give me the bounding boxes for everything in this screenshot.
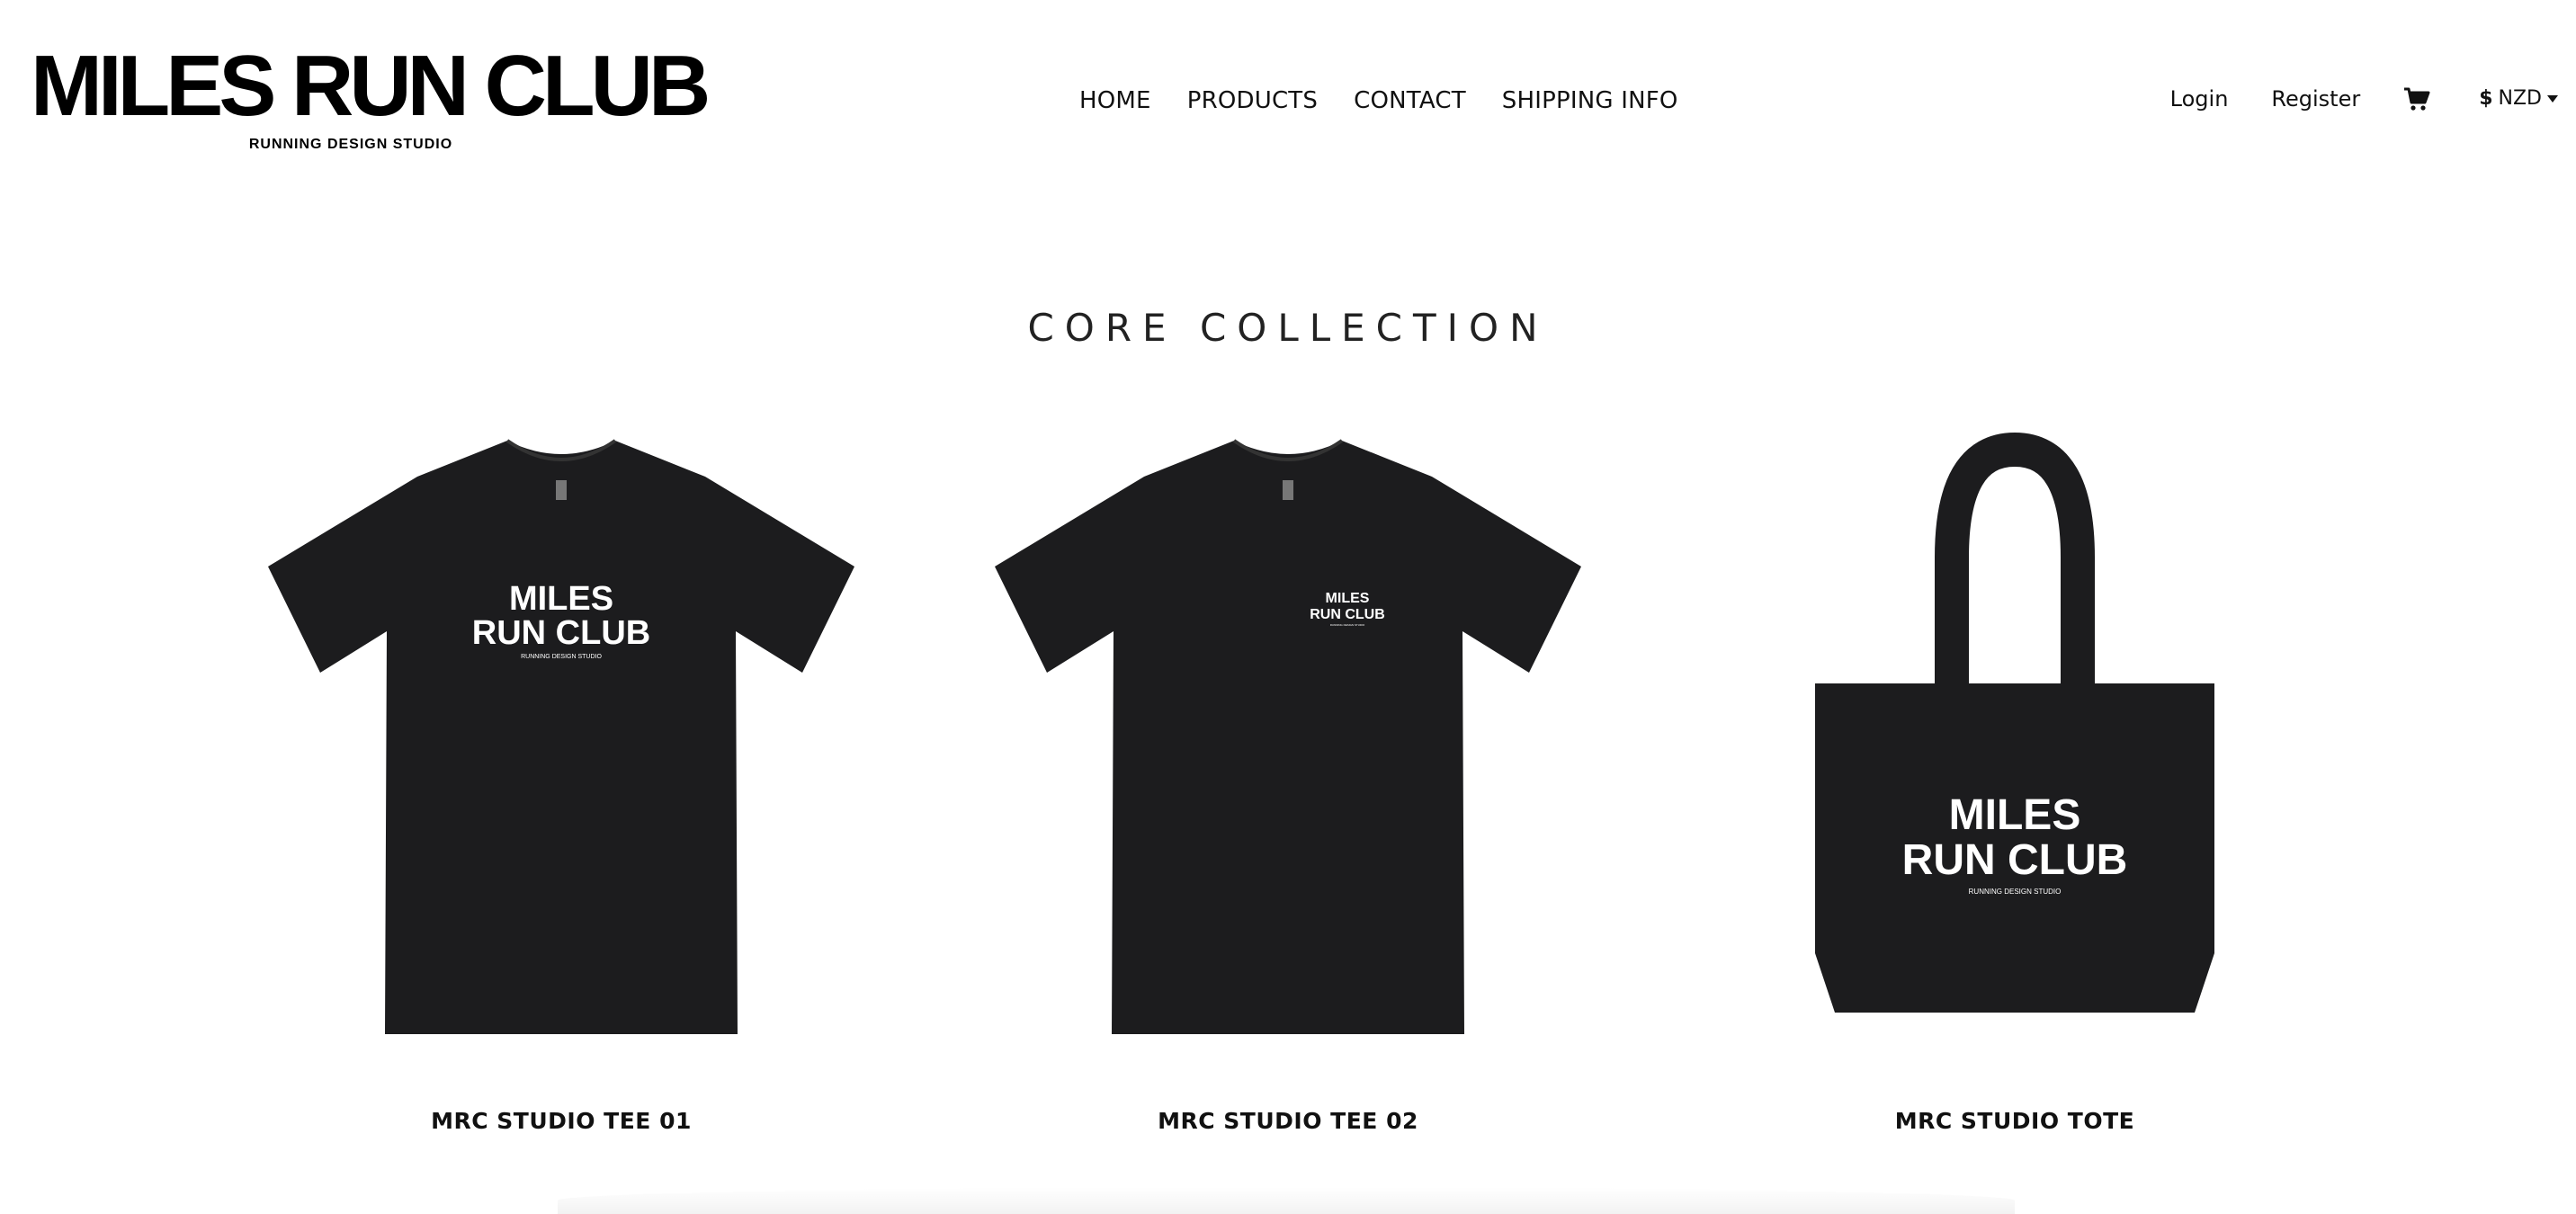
product-card[interactable]: MILES RUN CLUB RUNNING DESIGN STUDIO MRC… xyxy=(246,423,876,1160)
shopping-cart-icon[interactable] xyxy=(2403,86,2430,112)
nav-home[interactable]: HOME xyxy=(1079,83,1151,119)
print-line-2: RUN CLUB xyxy=(1310,607,1385,622)
print-line-2: RUN CLUB xyxy=(1902,836,2128,884)
print-subtitle: RUNNING DESIGN STUDIO xyxy=(1330,623,1365,627)
product-card[interactable]: MILES RUN CLUB RUNNING DESIGN STUDIO MRC… xyxy=(973,423,1603,1160)
product-name[interactable]: MRC STUDIO TEE 01 xyxy=(246,1108,876,1144)
main-nav: HOME PRODUCTS CONTACT SHIPPING INFO xyxy=(1079,83,1678,119)
currency-selector[interactable]: $ NZD xyxy=(2479,81,2558,117)
login-link[interactable]: Login xyxy=(2170,81,2229,117)
print-subtitle: RUNNING DESIGN STUDIO xyxy=(521,654,602,660)
footer-shadow xyxy=(558,1187,2015,1214)
product-name[interactable]: MRC STUDIO TOTE xyxy=(1700,1108,2330,1144)
print-line-2: RUN CLUB xyxy=(472,614,650,652)
print-subtitle: RUNNING DESIGN STUDIO xyxy=(1969,888,2062,896)
logo-title: MILES RUN CLUB xyxy=(31,38,711,134)
product-image-tote: MILES RUN CLUB RUNNING DESIGN STUDIO xyxy=(1815,432,2214,1013)
print-line-1: MILES xyxy=(1949,791,2081,839)
collection-title: CORE COLLECTION xyxy=(1027,306,1549,350)
user-links: Login Register $ NZD xyxy=(2170,81,2558,117)
site-header: MILES RUN CLUB RUNNING DESIGN STUDIO HOM… xyxy=(0,0,2576,180)
product-image-tee-02: MILES RUN CLUB RUNNING DESIGN STUDIO xyxy=(995,439,1581,1034)
caret-down-icon xyxy=(2547,95,2558,103)
nav-contact[interactable]: CONTACT xyxy=(1354,83,1466,119)
product-name[interactable]: MRC STUDIO TEE 02 xyxy=(973,1108,1603,1144)
currency-code: NZD xyxy=(2498,87,2542,110)
nav-shipping-info[interactable]: SHIPPING INFO xyxy=(1502,83,1678,119)
print-line-1: MILES xyxy=(509,580,613,618)
register-link[interactable]: Register xyxy=(2271,81,2360,117)
product-card[interactable]: MILES RUN CLUB RUNNING DESIGN STUDIO MRC… xyxy=(1700,423,2330,1160)
site-logo[interactable]: MILES RUN CLUB RUNNING DESIGN STUDIO xyxy=(31,38,711,155)
currency-symbol: $ xyxy=(2479,87,2493,110)
logo-subtitle: RUNNING DESIGN STUDIO xyxy=(248,137,453,152)
product-image-tee-01: MILES RUN CLUB RUNNING DESIGN STUDIO xyxy=(268,439,854,1034)
nav-products[interactable]: PRODUCTS xyxy=(1187,83,1318,119)
print-line-1: MILES xyxy=(1326,591,1370,606)
